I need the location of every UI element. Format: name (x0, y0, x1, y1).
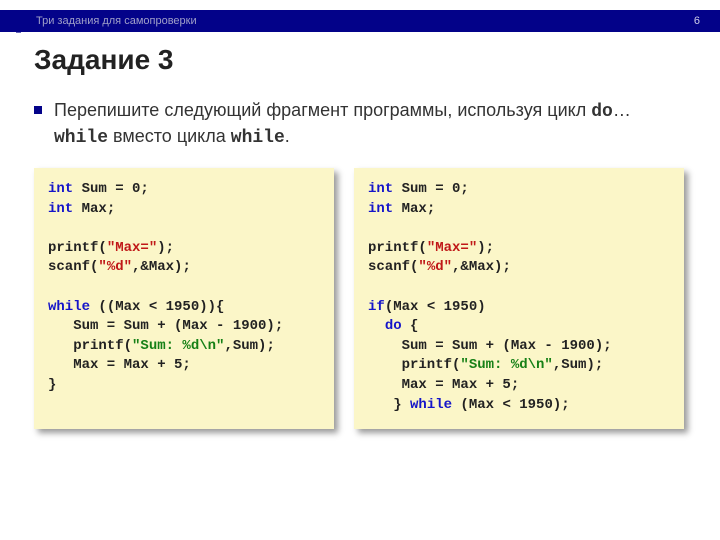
slide-title: Задание 3 (34, 44, 174, 76)
header-stripe: Три задания для самопроверки 6 (0, 10, 720, 32)
code-box-while: int Sum = 0; int Max; printf("Max="); sc… (34, 168, 334, 429)
code-box-do-while: int Sum = 0; int Max; printf("Max="); sc… (354, 168, 684, 429)
instruction-text: Перепишите следующий фрагмент программы,… (54, 98, 674, 151)
bullet-icon (34, 106, 42, 114)
code-row: int Sum = 0; int Max; printf("Max="); sc… (34, 168, 694, 429)
header-section-title: Три задания для самопроверки (36, 15, 197, 27)
page-number: 6 (694, 15, 700, 27)
